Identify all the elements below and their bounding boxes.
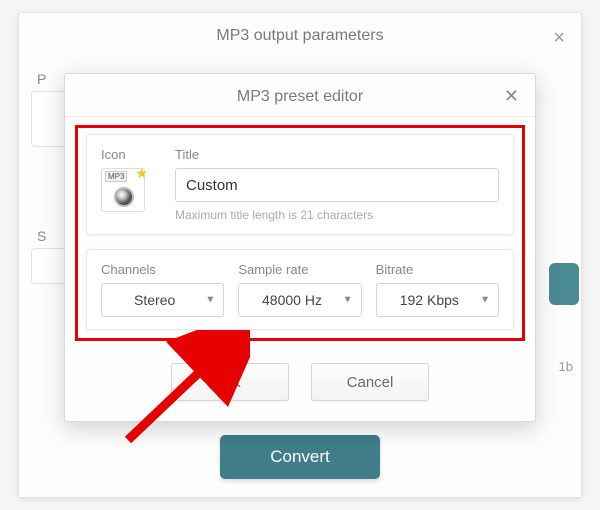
title-helper-text: Maximum title length is 21 characters bbox=[175, 208, 499, 222]
bg-accent-chip bbox=[549, 263, 579, 305]
camera-lens-icon bbox=[114, 187, 134, 207]
cancel-button[interactable]: Cancel bbox=[311, 363, 429, 401]
modal-header: MP3 preset editor ✕ bbox=[65, 74, 535, 117]
bg-size-hint: 1b bbox=[559, 359, 573, 374]
panel-title: MP3 output parameters bbox=[216, 27, 383, 44]
bitrate-select[interactable]: 192 Kbps bbox=[376, 283, 499, 317]
annotation-highlight: Icon MP3 ★ Title Maximum title length is… bbox=[75, 125, 525, 341]
icon-label: Icon bbox=[101, 147, 157, 162]
icon-badge: MP3 bbox=[105, 171, 127, 182]
sample-rate-label: Sample rate bbox=[238, 262, 361, 277]
bg-label-p: P bbox=[37, 71, 46, 87]
channels-select[interactable]: Stereo bbox=[101, 283, 224, 317]
preset-icon[interactable]: MP3 ★ bbox=[101, 168, 145, 212]
audio-params-section: Channels Stereo ▼ Sample rate 48000 Hz ▼… bbox=[86, 249, 514, 330]
close-icon[interactable]: × bbox=[553, 27, 565, 50]
modal-actions: OK Cancel bbox=[65, 347, 535, 421]
convert-button[interactable]: Convert bbox=[220, 435, 380, 479]
panel-header: MP3 output parameters × bbox=[19, 13, 581, 57]
star-icon: ★ bbox=[135, 165, 148, 182]
close-icon[interactable]: ✕ bbox=[504, 86, 519, 107]
title-label: Title bbox=[175, 147, 499, 162]
preset-editor-modal: MP3 preset editor ✕ Icon MP3 ★ Title Max… bbox=[64, 73, 536, 422]
ok-button[interactable]: OK bbox=[171, 363, 289, 401]
modal-title: MP3 preset editor bbox=[237, 88, 363, 105]
title-section: Icon MP3 ★ Title Maximum title length is… bbox=[86, 134, 514, 235]
bitrate-label: Bitrate bbox=[376, 262, 499, 277]
bg-label-s: S bbox=[37, 228, 46, 244]
channels-label: Channels bbox=[101, 262, 224, 277]
title-input[interactable] bbox=[175, 168, 499, 202]
sample-rate-select[interactable]: 48000 Hz bbox=[238, 283, 361, 317]
